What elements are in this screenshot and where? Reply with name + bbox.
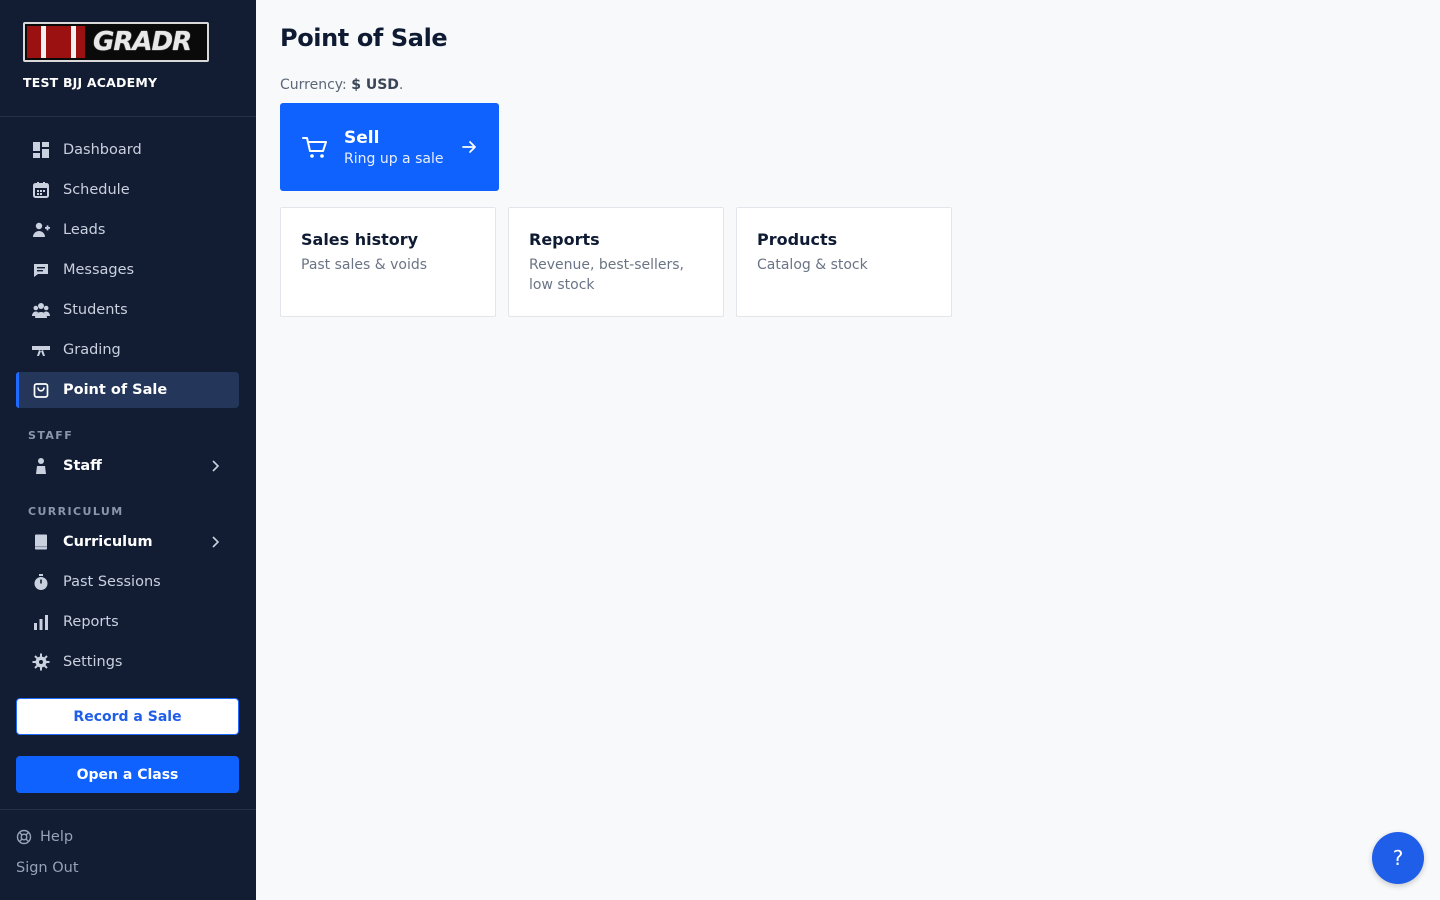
sidebar-item-leads[interactable]: Leads [16,212,239,248]
sidebar-item-messages[interactable]: Messages [16,252,239,288]
sidebar-item-schedule[interactable]: Schedule [16,172,239,208]
calendar-icon [32,181,50,199]
sidebar-item-label: Reports [63,614,119,630]
sidebar-item-label: Leads [63,222,106,238]
reports-card[interactable]: Reports Revenue, best-sellers, low stock [508,207,724,317]
stopwatch-icon [32,573,50,591]
currency-suffix: . [398,77,404,93]
sign-out-label: Sign Out [16,860,79,876]
bar-chart-icon [32,613,50,631]
sidebar-item-label: Staff [63,458,102,474]
sell-card[interactable]: Sell Ring up a sale [280,103,499,191]
sidebar-item-past-sessions[interactable]: Past Sessions [16,564,239,600]
card-desc: Revenue, best-sellers, low stock [529,257,685,293]
lifebuoy-icon [16,829,32,845]
gear-icon [32,653,50,671]
page-title: Point of Sale [280,24,448,52]
sidebar-footer: Help Sign Out [0,809,256,888]
sidebar-item-label: Students [63,302,128,318]
gradr-logo[interactable]: GRADR [23,22,209,62]
belt-icon [32,341,50,359]
dashboard-icon [32,141,50,159]
help-link-label: Help [40,829,74,845]
sidebar-item-students[interactable]: Students [16,292,239,328]
sidebar-item-label: Curriculum [63,534,153,550]
sidebar-item-label: Past Sessions [63,574,161,590]
user-plus-icon [32,221,50,239]
sidebar-item-staff[interactable]: Staff [16,448,239,484]
sidebar-item-point-of-sale[interactable]: Point of Sale [16,372,239,408]
section-label-curriculum: CURRICULUM [28,505,124,518]
sell-card-text: Sell Ring up a sale [344,127,443,167]
currency-prefix: Currency: [280,77,352,93]
sidebar-item-label: Dashboard [63,142,142,158]
products-card[interactable]: Products Catalog & stock [736,207,952,317]
chevron-right-icon [212,460,220,472]
shopping-bag-icon [32,381,50,399]
arrow-right-icon [462,141,476,153]
sidebar-item-label: Grading [63,342,121,358]
users-icon [32,301,50,319]
card-title: Sales history [301,230,419,249]
cart-icon [302,137,327,158]
currency-value: $ USD [351,77,399,93]
sidebar-item-label: Settings [63,654,123,670]
academy-name: TEST BJJ ACADEMY [23,75,158,90]
pos-cards: Sales history Past sales & voids Reports… [280,207,1416,317]
sell-card-subtitle: Ring up a sale [344,151,444,167]
open-class-button[interactable]: Open a Class [16,756,239,793]
help-link[interactable]: Help [16,826,240,848]
sidebar-item-settings[interactable]: Settings [16,644,239,680]
sidebar: GRADR TEST BJJ ACADEMY Dashboard Schedul… [0,0,256,900]
sales-history-card[interactable]: Sales history Past sales & voids [280,207,496,317]
sell-card-title: Sell [344,128,380,148]
main-content: Point of Sale Currency: $ USD. Sell Ring… [256,0,1440,900]
card-title: Reports [529,230,600,249]
person-icon [32,457,50,475]
logo-wordmark: GRADR [93,27,192,57]
sidebar-item-label: Schedule [63,182,130,198]
help-fab-button[interactable]: ? [1372,832,1424,884]
brand-header: GRADR TEST BJJ ACADEMY [0,0,256,117]
card-desc: Past sales & voids [301,257,428,273]
sidebar-item-curriculum[interactable]: Curriculum [16,524,239,560]
record-sale-button[interactable]: Record a Sale [16,698,239,735]
sidebar-item-reports[interactable]: Reports [16,604,239,640]
main-nav: Dashboard Schedule Leads Messages Studen… [0,117,256,680]
sign-out-link[interactable]: Sign Out [16,857,240,879]
sidebar-item-grading[interactable]: Grading [16,332,239,368]
sidebar-item-label: Messages [63,262,135,278]
section-label-staff: STAFF [28,429,74,442]
sidebar-item-dashboard[interactable]: Dashboard [16,132,239,168]
book-icon [32,533,50,551]
chat-icon [32,261,50,279]
currency-line: Currency: $ USD. [280,76,1416,94]
chevron-right-icon [212,536,220,548]
sidebar-item-label: Point of Sale [63,382,168,398]
card-desc: Catalog & stock [757,257,868,273]
card-title: Products [757,230,838,249]
logo-stripes [27,26,85,58]
